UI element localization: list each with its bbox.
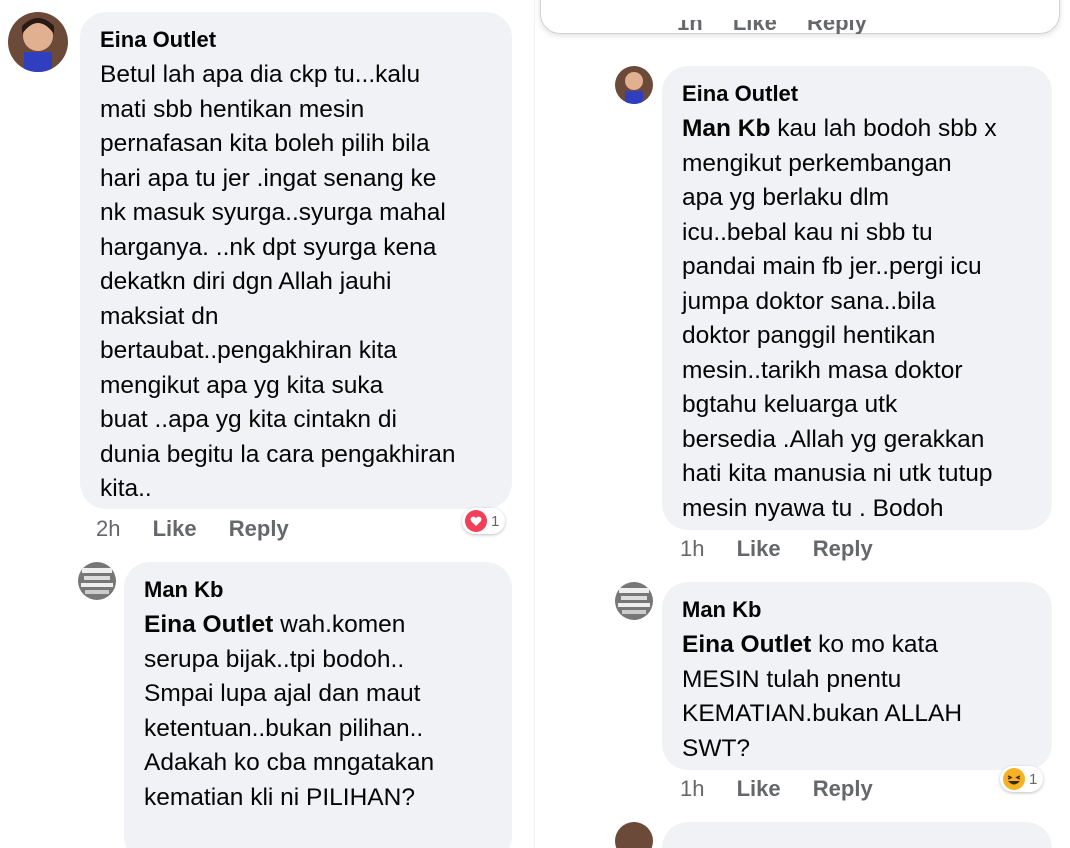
mention-link[interactable]: Man Kb [682,115,770,142]
comment-actions: 2h Like Reply [96,516,315,542]
reaction-count: 1 [491,512,500,530]
comment-timestamp[interactable]: 1h [680,776,704,801]
comment-text-content: wah.komen serupa bijak..tpi bodoh.. Smpa… [144,611,435,811]
right-comment-thread: 1h Like Reply Eina Outlet Man Kb kau lah… [535,0,1070,848]
comment-bubble: Eina Outlet Betul lah apa dia ckp tu...k… [80,12,512,509]
like-button[interactable]: Like [737,536,781,561]
comment-bubble: Man Kb Eina Outlet wah.komen serupa bija… [124,562,512,848]
comment-text: Eina Outlet wah.komen serupa bijak..tpi … [144,608,490,815]
reply-button[interactable]: Reply [813,536,873,561]
avatar[interactable] [8,12,68,72]
comment-author[interactable]: Eina Outlet [682,80,1030,108]
comment-author[interactable]: Eina Outlet [100,26,490,54]
reaction-count: 1 [1029,770,1038,788]
comment-actions: 1h Like Reply [680,536,899,562]
user-avatar-icon [8,12,68,72]
comment-author[interactable]: Man Kb [144,576,490,604]
avatar[interactable] [615,822,653,848]
comment-author[interactable]: Man Kb [682,596,1030,624]
comment-text-content: kau lah bodoh sbb x mengikut perkembanga… [682,115,997,522]
left-comment-thread: Eina Outlet Betul lah apa dia ckp tu...k… [0,0,535,848]
comment-actions: 1h Like Reply [677,20,867,34]
comment-actions: 1h Like Reply [680,776,899,802]
avatar[interactable] [615,66,653,104]
comment-timestamp[interactable]: 2h [96,516,120,541]
mention-link[interactable]: Eina Outlet [682,631,811,658]
reaction-badge[interactable]: 1 [462,508,506,534]
user-avatar-icon [615,66,653,104]
laughing-emoji-icon [1003,768,1025,790]
comment-bubble: Eina Outlet Man Kb kau lah bodoh sbb x m… [662,66,1052,530]
comment-bubble: Man Kb Eina Outlet ko mo kata MESIN tula… [662,582,1052,770]
comment-bubble [662,822,1052,848]
like-button[interactable]: Like [733,20,777,34]
comment-text: Eina Outlet ko mo kata MESIN tulah pnent… [682,628,1030,766]
heart-icon [465,510,487,532]
reply-button[interactable]: Reply [229,516,289,541]
mention-link[interactable]: Eina Outlet [144,611,273,638]
comment-text: Betul lah apa dia ckp tu...kalu mati sbb… [100,61,456,502]
like-button[interactable]: Like [153,516,197,541]
like-button[interactable]: Like [737,776,781,801]
avatar[interactable] [78,562,116,600]
reply-button[interactable]: Reply [813,776,873,801]
reply-button[interactable]: Reply [807,20,867,34]
reaction-badge[interactable]: 1 [1000,766,1044,792]
user-avatar-icon [78,562,116,600]
comment-timestamp[interactable]: 1h [677,20,703,34]
comment-text: Man Kb kau lah bodoh sbb x mengikut perk… [682,112,1030,526]
user-avatar-icon [615,582,653,620]
comment-timestamp[interactable]: 1h [680,536,704,561]
avatar[interactable] [615,582,653,620]
